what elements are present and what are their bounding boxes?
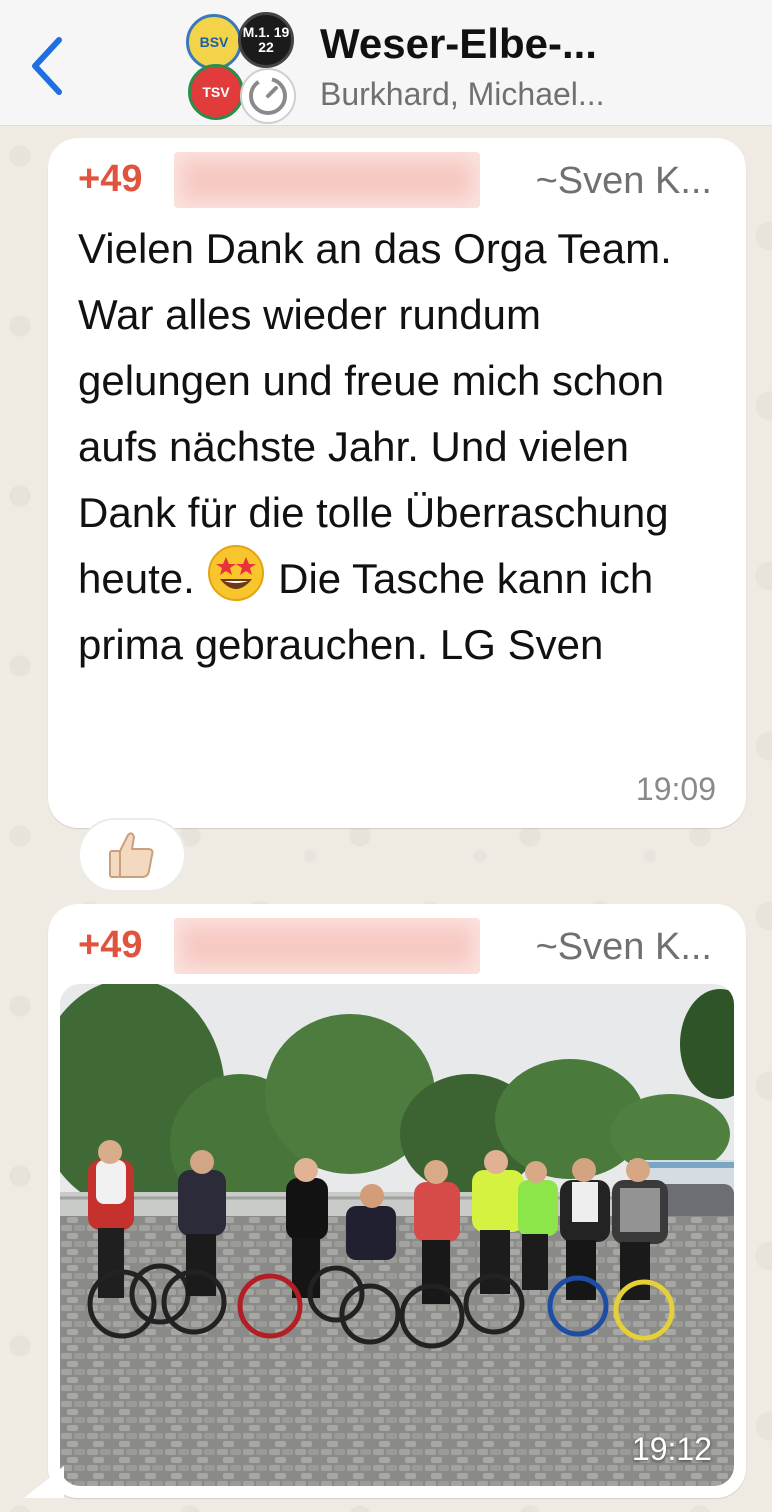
thumbs-up-emoji bbox=[109, 832, 154, 878]
star-struck-emoji bbox=[206, 545, 266, 601]
sender-name[interactable]: ~Sven K... bbox=[536, 926, 712, 969]
redacted-number bbox=[174, 918, 480, 974]
sender-row: +49 ~Sven K... bbox=[78, 152, 718, 208]
group-avatar[interactable]: BSV M.1. 19 22 TSV bbox=[186, 12, 296, 124]
redacted-number bbox=[174, 152, 480, 208]
message-bubble[interactable]: +49 ~Sven K... 19:12 bbox=[48, 904, 746, 1498]
sender-row: +49 ~Sven K... bbox=[78, 918, 718, 974]
message-bubble[interactable]: +49 ~Sven K... Vielen Dank an das Orga T… bbox=[48, 138, 746, 828]
back-button[interactable] bbox=[22, 34, 72, 98]
message-time: 19:09 bbox=[635, 771, 716, 807]
club-logo-m1: M.1. 19 22 bbox=[238, 12, 294, 68]
timer-icon bbox=[240, 68, 296, 124]
reaction-badge[interactable] bbox=[78, 818, 186, 892]
message-text: Vielen Dank an das Orga Team. War alles … bbox=[78, 216, 718, 678]
message-text-part: Vielen Dank an das Orga Team. War alles … bbox=[78, 225, 672, 602]
sender-number[interactable]: +49 bbox=[78, 158, 142, 201]
sender-name[interactable]: ~Sven K... bbox=[536, 160, 712, 203]
chat-header: BSV M.1. 19 22 TSV Weser-Elbe-... Burkha… bbox=[0, 0, 772, 126]
club-logo-bsv: BSV bbox=[186, 14, 242, 70]
group-members[interactable]: Burkhard, Michael... bbox=[320, 76, 605, 113]
message-time: 19:12 bbox=[631, 1431, 712, 1467]
chevron-left-icon bbox=[32, 37, 62, 95]
club-logo-tsv: TSV bbox=[188, 64, 244, 120]
sender-number[interactable]: +49 bbox=[78, 924, 142, 967]
group-of-cyclists-photo[interactable]: 19:12 bbox=[60, 984, 734, 1486]
group-title[interactable]: Weser-Elbe-... bbox=[320, 20, 597, 68]
